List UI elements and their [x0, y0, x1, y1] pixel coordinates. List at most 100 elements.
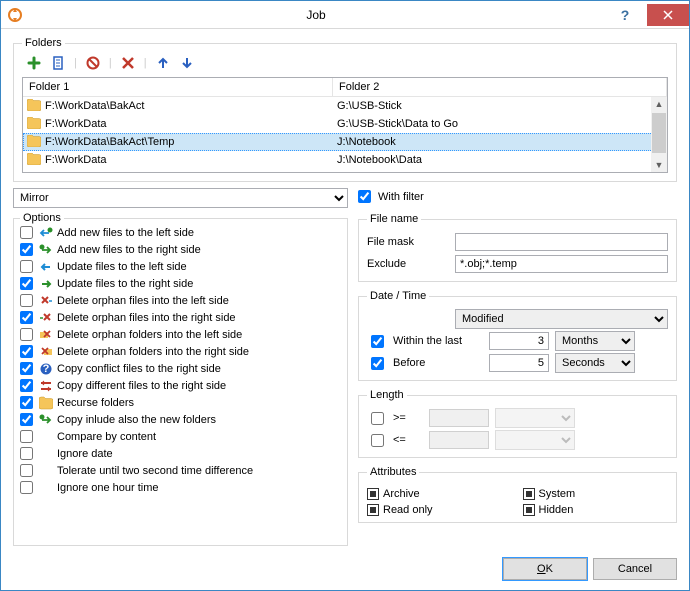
option-checkbox[interactable] — [20, 481, 33, 494]
archive-checkbox[interactable] — [367, 488, 379, 500]
table-row[interactable]: F:\WorkDataG:\USB-Stick\Data to Go — [23, 115, 667, 133]
attributes-legend: Attributes — [367, 466, 419, 478]
blank-icon — [39, 464, 53, 478]
options-legend: Options — [20, 212, 64, 224]
ok-button[interactable]: OK — [503, 558, 587, 580]
option-checkbox[interactable] — [20, 413, 33, 426]
option-checkbox[interactable] — [20, 447, 33, 460]
options-list: Add new files to the left sideAdd new fi… — [20, 224, 341, 496]
help-button[interactable]: ? — [604, 4, 646, 26]
system-checkbox[interactable] — [523, 488, 535, 500]
option-checkbox[interactable] — [20, 396, 33, 409]
cancel-button[interactable]: Cancel — [593, 558, 677, 580]
option-label: Add new files to the left side — [57, 227, 194, 239]
option-row: Update files to the left side — [20, 258, 341, 275]
filemask-input[interactable] — [455, 233, 668, 251]
option-label: Delete orphan files into the right side — [57, 312, 236, 324]
disable-button[interactable] — [85, 55, 101, 71]
within-unit-select[interactable]: Months — [555, 331, 635, 351]
option-row: Copy inlude also the new folders — [20, 411, 341, 428]
exclude-input[interactable] — [455, 255, 668, 273]
col-folder1[interactable]: Folder 1 — [23, 78, 333, 96]
folder-icon — [39, 396, 53, 410]
edit-button[interactable] — [50, 55, 66, 71]
before-unit-select[interactable]: Seconds — [555, 353, 635, 373]
arrow-left-icon — [39, 260, 53, 274]
option-checkbox[interactable] — [20, 379, 33, 392]
hidden-label: Hidden — [539, 504, 574, 516]
dialog-buttons: OK Cancel — [13, 552, 677, 580]
scrollbar[interactable]: ▲ ▼ — [651, 97, 667, 172]
job-dialog: Job ? Folders | | | Folder 1 Fold — [0, 0, 690, 591]
option-row: Delete orphan files into the left side — [20, 292, 341, 309]
before-value-input[interactable] — [489, 354, 549, 372]
option-row: Delete orphan files into the right side — [20, 309, 341, 326]
lte-checkbox[interactable] — [371, 434, 384, 447]
close-button[interactable] — [647, 4, 689, 26]
option-row: Update files to the right side — [20, 275, 341, 292]
gte-value-input[interactable] — [429, 409, 489, 427]
delete-folder-right-icon — [39, 345, 53, 359]
col-folder2[interactable]: Folder 2 — [333, 78, 667, 96]
within-value-input[interactable] — [489, 332, 549, 350]
before-checkbox[interactable] — [371, 357, 384, 370]
delete-button[interactable] — [120, 55, 136, 71]
option-label: Recurse folders — [57, 397, 134, 409]
option-checkbox[interactable] — [20, 345, 33, 358]
blank-icon — [39, 447, 53, 461]
option-checkbox[interactable] — [20, 226, 33, 239]
option-row: Delete orphan folders into the left side — [20, 326, 341, 343]
option-label: Copy different files to the right side — [57, 380, 226, 392]
folders-toolbar: | | | — [22, 53, 668, 77]
folders-body[interactable]: F:\WorkData\BakActG:\USB-StickF:\WorkDat… — [23, 97, 667, 172]
archive-label: Archive — [383, 488, 420, 500]
options-group: Options Add new files to the left sideAd… — [13, 212, 348, 546]
option-checkbox[interactable] — [20, 362, 33, 375]
lte-unit-select[interactable] — [495, 430, 575, 450]
datetime-basis-select[interactable]: Modified — [455, 309, 668, 329]
option-checkbox[interactable] — [20, 277, 33, 290]
folders-group: Folders | | | Folder 1 Folder 2 F:\ — [13, 37, 677, 182]
move-up-button[interactable] — [155, 55, 171, 71]
filename-group: File name File mask Exclude — [358, 213, 677, 282]
option-checkbox[interactable] — [20, 294, 33, 307]
delete-folder-left-icon — [39, 328, 53, 342]
delete-right-icon — [39, 311, 53, 325]
option-label: Ignore one hour time — [57, 482, 159, 494]
option-checkbox[interactable] — [20, 464, 33, 477]
folders-table: Folder 1 Folder 2 F:\WorkData\BakActG:\U… — [22, 77, 668, 173]
folders-header: Folder 1 Folder 2 — [23, 78, 667, 97]
scroll-up-icon[interactable]: ▲ — [655, 97, 664, 111]
option-row: ?Copy conflict files to the right side — [20, 360, 341, 377]
option-label: Update files to the left side — [57, 261, 187, 273]
mode-select[interactable]: Mirror — [13, 188, 348, 208]
folder-icon — [27, 117, 41, 132]
scroll-thumb[interactable] — [652, 113, 666, 153]
lte-value-input[interactable] — [429, 431, 489, 449]
length-legend: Length — [367, 389, 407, 401]
filename-legend: File name — [367, 213, 421, 225]
gte-label: >= — [393, 412, 423, 424]
datetime-legend: Date / Time — [367, 290, 429, 302]
delete-left-icon — [39, 294, 53, 308]
arrow-left-add-icon — [39, 226, 53, 240]
within-checkbox[interactable] — [371, 335, 384, 348]
add-button[interactable] — [26, 55, 42, 71]
hidden-checkbox[interactable] — [523, 504, 535, 516]
with-filter-checkbox[interactable] — [358, 190, 371, 203]
scroll-down-icon[interactable]: ▼ — [655, 158, 664, 172]
option-checkbox[interactable] — [20, 243, 33, 256]
option-checkbox[interactable] — [20, 311, 33, 324]
move-down-button[interactable] — [179, 55, 195, 71]
table-row[interactable]: F:\WorkData\BakActG:\USB-Stick — [23, 97, 667, 115]
option-checkbox[interactable] — [20, 430, 33, 443]
folder2-cell: G:\USB-Stick — [333, 100, 667, 112]
table-row[interactable]: F:\WorkDataJ:\Notebook\Data — [23, 151, 667, 169]
readonly-checkbox[interactable] — [367, 504, 379, 516]
titlebar: Job ? — [1, 1, 689, 29]
option-checkbox[interactable] — [20, 328, 33, 341]
table-row[interactable]: F:\WorkData\BakAct\TempJ:\Notebook — [23, 133, 667, 151]
gte-unit-select[interactable] — [495, 408, 575, 428]
option-checkbox[interactable] — [20, 260, 33, 273]
gte-checkbox[interactable] — [371, 412, 384, 425]
